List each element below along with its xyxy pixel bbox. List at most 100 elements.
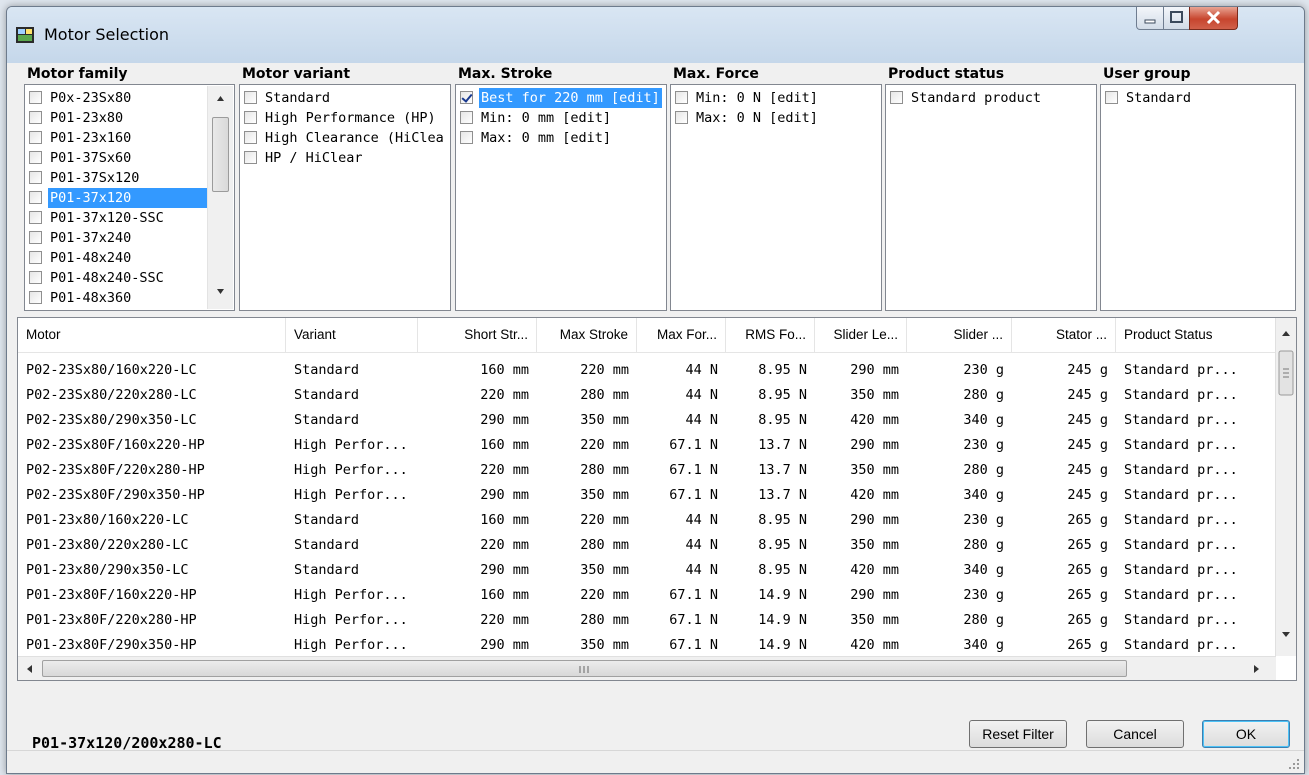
checkbox[interactable] — [244, 91, 257, 104]
minimize-icon — [1144, 19, 1156, 24]
table-row[interactable]: P01-23x80F/290x350-HP High Perfor... 290 m… — [18, 632, 1276, 658]
checkbox[interactable] — [29, 91, 42, 104]
filter-motor-family: Motor family P0x-23Sx80 P01-23x80 P01-23… — [24, 64, 235, 312]
dialog-content: Motor family P0x-23Sx80 P01-23x80 P01-23… — [14, 64, 1297, 764]
checkbox[interactable] — [460, 131, 473, 144]
checkbox[interactable] — [29, 271, 42, 284]
checkbox[interactable] — [29, 211, 42, 224]
cell-max-force: 44 N — [685, 537, 718, 553]
table-row[interactable]: P01-23x80/220x280-LC Standard 220 mm 280 mm… — [18, 532, 1276, 558]
cell-stator-mass: 265 g — [1067, 562, 1108, 578]
checkbox[interactable] — [244, 131, 257, 144]
table-row[interactable]: P01-23x80/290x350-LC Standard 290 mm 350 mm… — [18, 557, 1276, 583]
product-status-list[interactable]: Standard product — [885, 84, 1097, 311]
checkbox[interactable] — [29, 131, 42, 144]
checkbox[interactable] — [1105, 91, 1118, 104]
table-row[interactable]: P02-23Sx80F/160x220-HP High Perfor... 160 … — [18, 432, 1276, 458]
table-row[interactable]: P02-23Sx80/220x280-LC Standard 220 mm 280 m… — [18, 382, 1276, 408]
cell-slider-length: 290 mm — [850, 362, 899, 378]
checkbox[interactable] — [460, 111, 473, 124]
checkbox[interactable] — [890, 91, 903, 104]
resize-grip-icon[interactable] — [1288, 758, 1300, 770]
table-row[interactable]: P02-23Sx80/160x220-LC Standard 160 mm 220 m… — [18, 357, 1276, 383]
cell-product-status: Standard pr... — [1124, 537, 1238, 553]
maximize-button[interactable] — [1163, 7, 1190, 30]
column-header-stator-mass[interactable]: Stator ... — [1012, 318, 1116, 352]
checkbox[interactable] — [29, 251, 42, 264]
checkbox-checked[interactable] — [460, 91, 473, 104]
max-force-list[interactable]: Min: 0 N [edit] Max: 0 N [edit] — [670, 84, 882, 311]
cell-stator-mass: 245 g — [1067, 462, 1108, 478]
column-header-motor[interactable]: Motor — [18, 318, 286, 352]
column-header-max-force[interactable]: Max For... — [637, 318, 726, 352]
table-row[interactable]: P01-23x80/160x220-LC Standard 160 mm 220 mm… — [18, 507, 1276, 533]
horizontal-scroll-thumb[interactable] — [42, 660, 1127, 677]
table-horizontal-scrollbar[interactable] — [18, 656, 1276, 680]
max-stroke-list[interactable]: Best for 220 mm [edit] Min: 0 mm [edit] … — [455, 84, 667, 311]
column-header-slider-mass[interactable]: Slider ... — [907, 318, 1012, 352]
checkbox[interactable] — [675, 91, 688, 104]
checkbox[interactable] — [29, 191, 42, 204]
cell-stator-mass: 265 g — [1067, 587, 1108, 603]
cell-product-status: Standard pr... — [1124, 512, 1238, 528]
column-header-short-stroke[interactable]: Short Str... — [418, 318, 537, 352]
reset-filter-button[interactable]: Reset Filter — [969, 720, 1067, 748]
minimize-button[interactable] — [1136, 7, 1164, 30]
cell-slider-mass: 230 g — [963, 362, 1004, 378]
column-header-max-stroke[interactable]: Max Stroke — [537, 318, 637, 352]
cell-motor: P01-23x80/220x280-LC — [26, 537, 189, 553]
cell-max-stroke: 220 mm — [580, 362, 629, 378]
cell-short-stroke: 290 mm — [480, 562, 529, 578]
cancel-button[interactable]: Cancel — [1086, 720, 1184, 748]
window-title: Motor Selection — [44, 25, 170, 44]
table-row[interactable]: P02-23Sx80/290x350-LC Standard 290 mm 350 m… — [18, 407, 1276, 433]
checkbox[interactable] — [244, 151, 257, 164]
checkbox[interactable] — [675, 111, 688, 124]
motor-table[interactable]: Motor Variant Short Str... Max Stroke Max Fo… — [17, 317, 1297, 681]
motor-variant-list[interactable]: Standard High Performance (HP) High Clea… — [239, 84, 451, 311]
cell-short-stroke: 220 mm — [480, 537, 529, 553]
checkbox[interactable] — [29, 151, 42, 164]
column-header-product-status[interactable]: Product Status — [1116, 318, 1276, 352]
cell-short-stroke: 160 mm — [480, 362, 529, 378]
cell-rms-force: 13.7 N — [758, 462, 807, 478]
checkbox[interactable] — [29, 171, 42, 184]
cell-rms-force: 8.95 N — [758, 537, 807, 553]
close-button[interactable] — [1189, 7, 1238, 30]
column-header-rms-force[interactable]: RMS Fo... — [726, 318, 815, 352]
checkbox[interactable] — [29, 291, 42, 304]
cell-stator-mass: 265 g — [1067, 537, 1108, 553]
checkbox[interactable] — [29, 111, 42, 124]
cell-product-status: Standard pr... — [1124, 387, 1238, 403]
column-header-slider-length[interactable]: Slider Le... — [815, 318, 907, 352]
table-row[interactable]: P02-23Sx80F/290x350-HP High Perfor... 290 … — [18, 482, 1276, 508]
column-header-variant[interactable]: Variant — [286, 318, 418, 352]
cell-slider-length: 350 mm — [850, 462, 899, 478]
table-row[interactable]: P01-23x80F/220x280-HP High Perfor... 220 m… — [18, 607, 1276, 633]
motor-family-list[interactable]: P0x-23Sx80 P01-23x80 P01-23x160 P01-37Sx… — [24, 84, 235, 311]
table-row[interactable]: P01-23x80F/160x220-HP High Perfor... 160 m… — [18, 582, 1276, 608]
motor-family-scrollbar[interactable] — [207, 86, 233, 309]
cell-slider-length: 420 mm — [850, 637, 899, 653]
table-vertical-scrollbar[interactable] — [1275, 318, 1296, 656]
checkbox[interactable] — [29, 231, 42, 244]
cell-max-stroke: 350 mm — [580, 637, 629, 653]
table-row[interactable]: P02-23Sx80F/220x280-HP High Perfor... 220 … — [18, 457, 1276, 483]
cell-max-stroke: 220 mm — [580, 437, 629, 453]
cell-motor: P01-23x80/290x350-LC — [26, 562, 189, 578]
checkbox[interactable] — [244, 111, 257, 124]
cell-max-stroke: 220 mm — [580, 587, 629, 603]
filter-header-max-stroke: Max. Stroke — [458, 66, 553, 82]
cell-slider-length: 290 mm — [850, 512, 899, 528]
filter-motor-variant: Motor variant Standard High Performance … — [239, 64, 451, 312]
ok-button[interactable]: OK — [1202, 720, 1290, 748]
motor-app-icon — [16, 27, 34, 43]
cell-max-stroke: 350 mm — [580, 487, 629, 503]
table-header: Motor Variant Short Str... Max Stroke Max Fo… — [18, 318, 1276, 353]
cell-max-force: 67.1 N — [669, 612, 718, 628]
user-group-list[interactable]: Standard — [1100, 84, 1296, 311]
scroll-thumb[interactable] — [212, 117, 229, 192]
cell-variant: High Perfor... — [294, 437, 408, 453]
cell-stator-mass: 245 g — [1067, 437, 1108, 453]
cell-product-status: Standard pr... — [1124, 487, 1238, 503]
